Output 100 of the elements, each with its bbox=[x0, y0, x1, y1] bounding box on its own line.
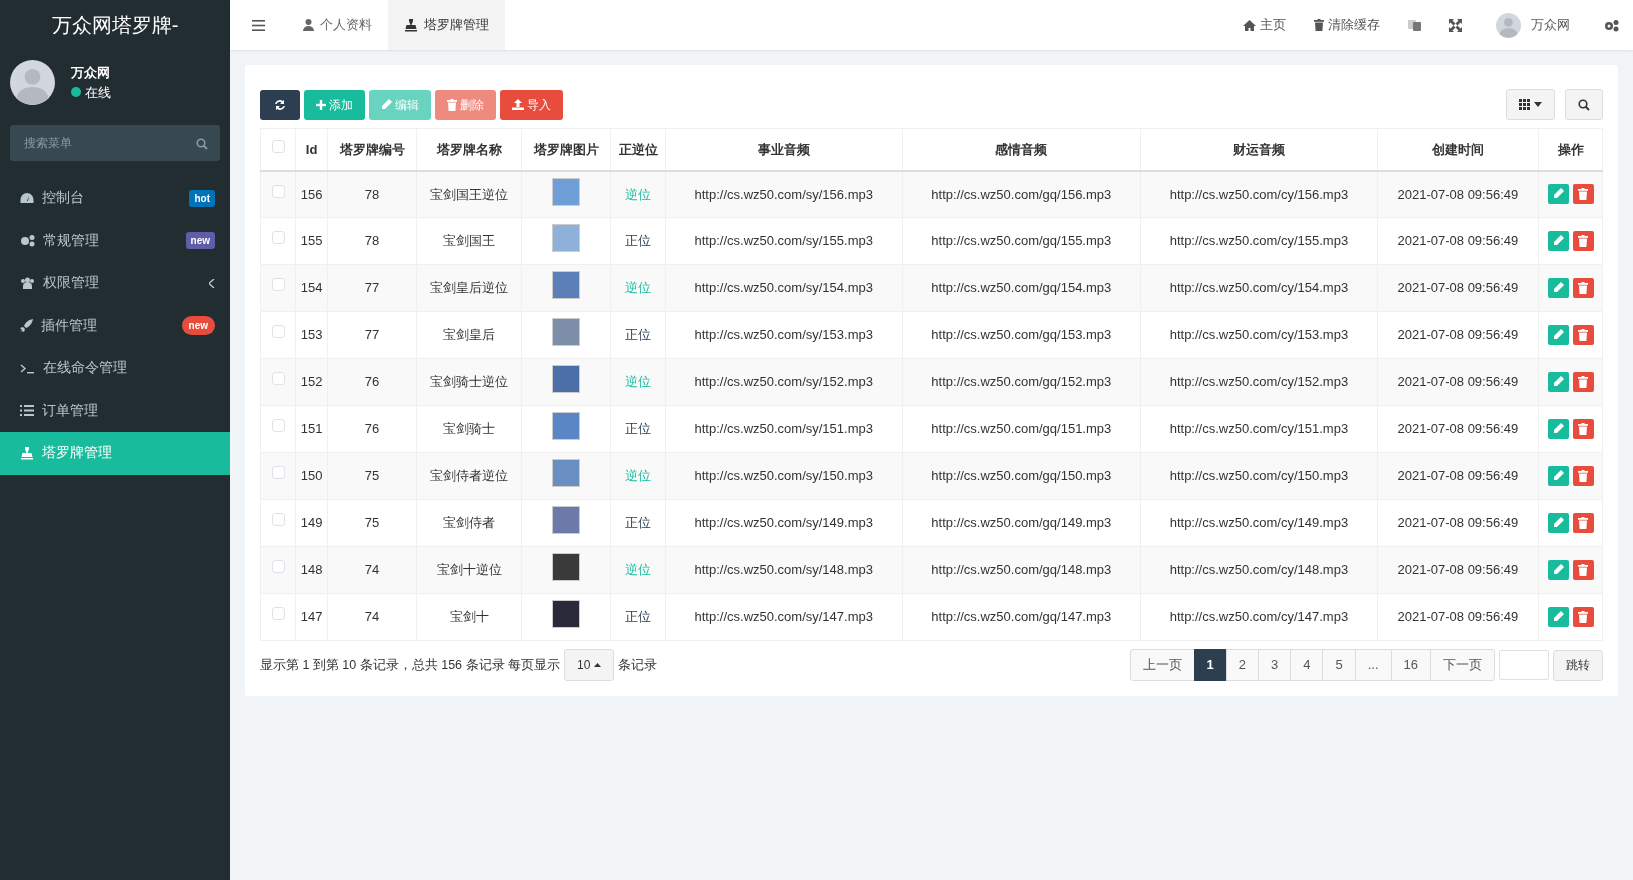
list-icon bbox=[20, 405, 34, 417]
sidebar-item[interactable]: 权限管理 bbox=[0, 262, 230, 305]
menu-badge: hot bbox=[189, 189, 215, 207]
columns-button[interactable] bbox=[1506, 89, 1555, 120]
page-link[interactable]: 下一页 bbox=[1430, 649, 1495, 681]
row-checkbox[interactable] bbox=[271, 607, 285, 621]
column-header: 财运音频 bbox=[1140, 128, 1378, 171]
row-delete-button[interactable] bbox=[1572, 183, 1594, 204]
sidebar-item[interactable]: 控制台 hot bbox=[0, 177, 230, 220]
sidebar-item[interactable]: 插件管理 new bbox=[0, 304, 230, 347]
search-box[interactable]: 搜索菜单 bbox=[10, 125, 220, 161]
row-checkbox[interactable] bbox=[271, 419, 285, 433]
sidebar-item[interactable]: 常规管理 new bbox=[0, 219, 230, 262]
table-cell: 75 bbox=[327, 499, 417, 547]
trash-icon bbox=[1578, 516, 1588, 529]
orientation-cell: 正位 bbox=[610, 217, 666, 265]
row-edit-button[interactable] bbox=[1547, 465, 1569, 486]
page-link[interactable]: 4 bbox=[1290, 649, 1324, 681]
clear-cache-link[interactable]: 清除缓存 bbox=[1300, 0, 1394, 50]
row-edit-button[interactable] bbox=[1547, 324, 1569, 345]
row-checkbox[interactable] bbox=[271, 184, 285, 198]
trash-icon bbox=[447, 98, 457, 111]
table-cell: 2021-07-08 09:56:49 bbox=[1377, 311, 1539, 359]
row-edit-button[interactable] bbox=[1547, 512, 1569, 533]
table-cell: 2021-07-08 09:56:49 bbox=[1377, 358, 1539, 406]
row-checkbox[interactable] bbox=[271, 372, 285, 386]
table-cell: 77 bbox=[327, 311, 417, 359]
jump-button[interactable]: 跳转 bbox=[1553, 649, 1603, 681]
trash-icon bbox=[1578, 187, 1588, 200]
search-icon bbox=[1578, 98, 1590, 111]
table-cell: 153 bbox=[295, 311, 328, 359]
table-cell: http://cs.wz50.com/cy/151.mp3 bbox=[1140, 405, 1378, 453]
refresh-icon bbox=[274, 98, 286, 111]
user-menu[interactable]: 万众网 bbox=[1476, 0, 1590, 50]
refresh-button[interactable] bbox=[260, 89, 300, 120]
table-cell: http://cs.wz50.com/gq/154.mp3 bbox=[902, 264, 1141, 312]
menu-badge: new bbox=[181, 316, 215, 336]
page-number-field[interactable] bbox=[1499, 650, 1549, 680]
page-link[interactable]: 1 bbox=[1193, 649, 1227, 681]
row-delete-button[interactable] bbox=[1572, 512, 1594, 533]
row-delete-button[interactable] bbox=[1572, 465, 1594, 486]
row-edit-button[interactable] bbox=[1547, 183, 1569, 204]
row-checkbox[interactable] bbox=[271, 513, 285, 527]
select-all-checkbox[interactable] bbox=[271, 139, 285, 153]
search-field[interactable]: 搜索菜单 bbox=[22, 133, 196, 153]
page-link[interactable]: 2 bbox=[1225, 649, 1259, 681]
table-cell: 150 bbox=[295, 452, 328, 500]
page-link[interactable]: 上一页 bbox=[1129, 649, 1195, 681]
avatar-icon bbox=[10, 60, 55, 105]
nav-tab[interactable]: 塔罗牌管理 bbox=[388, 0, 505, 50]
pencil-icon bbox=[1552, 329, 1564, 340]
row-edit-button[interactable] bbox=[1547, 559, 1569, 580]
table-cell: http://cs.wz50.com/cy/147.mp3 bbox=[1140, 593, 1378, 641]
pencil-icon bbox=[1552, 470, 1564, 481]
table-cell: 74 bbox=[327, 546, 417, 594]
import-button[interactable]: 导入 bbox=[500, 89, 563, 120]
row-delete-button[interactable] bbox=[1572, 277, 1594, 298]
row-edit-button[interactable] bbox=[1547, 418, 1569, 439]
row-checkbox[interactable] bbox=[271, 278, 285, 292]
table-cell: 2021-07-08 09:56:49 bbox=[1377, 170, 1539, 218]
table-cell: 宝剑十 bbox=[416, 593, 522, 641]
row-checkbox[interactable] bbox=[271, 325, 285, 339]
row-delete-button[interactable] bbox=[1572, 371, 1594, 392]
row-edit-button[interactable] bbox=[1547, 606, 1569, 627]
column-header: 事业音频 bbox=[665, 128, 903, 171]
row-checkbox[interactable] bbox=[271, 231, 285, 245]
sidebar-item[interactable]: 订单管理 bbox=[0, 389, 230, 432]
trash-icon bbox=[1578, 328, 1588, 341]
table-cell: http://cs.wz50.com/cy/153.mp3 bbox=[1140, 311, 1378, 359]
row-edit-button[interactable] bbox=[1547, 371, 1569, 392]
row-delete-button[interactable] bbox=[1572, 324, 1594, 345]
column-header: 塔罗牌图片 bbox=[522, 128, 611, 171]
page-link[interactable]: 16 bbox=[1390, 649, 1431, 681]
table-cell: 宝剑侍者逆位 bbox=[416, 452, 522, 500]
search-button[interactable] bbox=[1565, 89, 1603, 120]
page-size-dropdown[interactable]: 10 bbox=[564, 649, 615, 681]
table-cell: http://cs.wz50.com/cy/154.mp3 bbox=[1140, 264, 1378, 312]
row-checkbox[interactable] bbox=[271, 466, 285, 480]
row-delete-button[interactable] bbox=[1572, 418, 1594, 439]
row-delete-button[interactable] bbox=[1572, 230, 1594, 251]
home-link[interactable]: 主页 bbox=[1229, 0, 1300, 50]
page-link[interactable]: 3 bbox=[1258, 649, 1292, 681]
pencil-icon bbox=[1552, 517, 1564, 528]
page-link[interactable]: 5 bbox=[1322, 649, 1356, 681]
row-delete-button[interactable] bbox=[1572, 559, 1594, 580]
orientation-cell: 正位 bbox=[610, 499, 666, 547]
orientation-cell: 正位 bbox=[610, 593, 666, 641]
row-delete-button[interactable] bbox=[1572, 606, 1594, 627]
table-cell: 74 bbox=[327, 593, 417, 641]
row-edit-button[interactable] bbox=[1547, 277, 1569, 298]
card-image-placeholder bbox=[552, 553, 581, 582]
table-cell: http://cs.wz50.com/cy/155.mp3 bbox=[1140, 217, 1378, 265]
row-edit-button[interactable] bbox=[1547, 230, 1569, 251]
table-cell: http://cs.wz50.com/sy/150.mp3 bbox=[665, 452, 903, 500]
table-cell: 宝剑皇后 bbox=[416, 311, 522, 359]
page-link[interactable]: ... bbox=[1354, 649, 1392, 681]
row-checkbox[interactable] bbox=[271, 560, 285, 574]
sidebar-item[interactable]: 在线命令管理 bbox=[0, 347, 230, 390]
nav-tab[interactable]: 个人资料 bbox=[287, 0, 388, 50]
table-cell: 宝剑骑士逆位 bbox=[416, 358, 522, 406]
